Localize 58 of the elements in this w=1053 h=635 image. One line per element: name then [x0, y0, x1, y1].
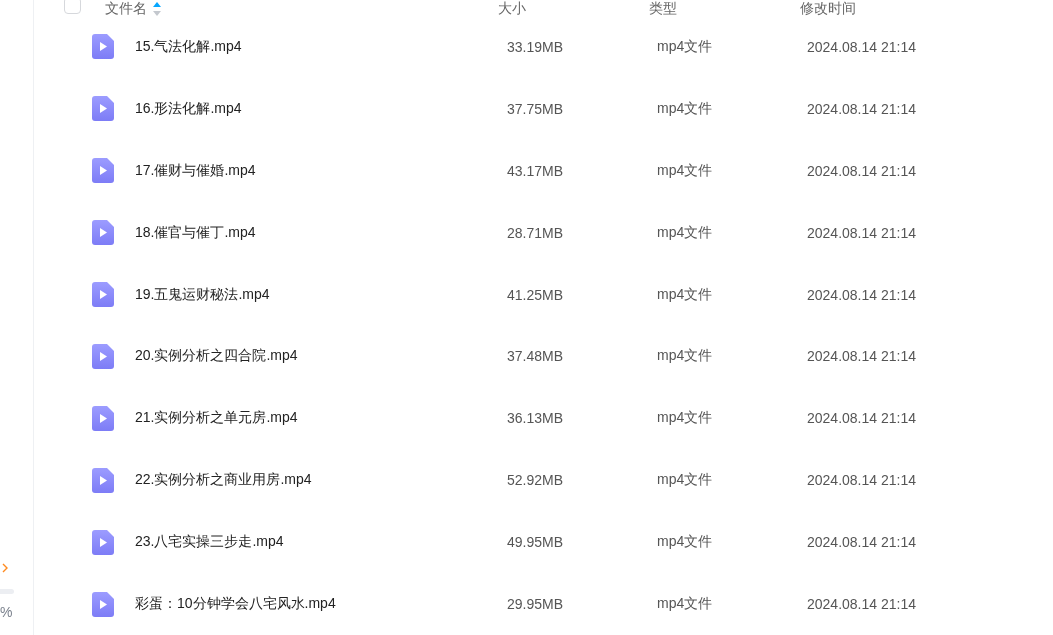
- file-size: 37.48MB: [507, 348, 565, 365]
- modified-time: 2024.08.14 21:14: [807, 348, 917, 365]
- file-size: 41.25MB: [507, 286, 565, 303]
- file-type: mp4文件: [657, 409, 714, 428]
- file-size: 37.75MB: [507, 100, 565, 117]
- modified-time: 2024.08.14 21:14: [807, 162, 917, 179]
- file-size: 52.92MB: [507, 472, 565, 489]
- file-type: mp4文件: [657, 37, 714, 56]
- modified-time: 2024.08.14 21:14: [807, 472, 917, 489]
- file-size: 43.17MB: [507, 162, 565, 179]
- file-size: 49.95MB: [507, 534, 565, 551]
- file-name[interactable]: 22.实例分析之商业用房.mp4: [135, 471, 507, 490]
- file-name[interactable]: 17.催财与催婚.mp4: [135, 161, 507, 180]
- video-file-icon: [92, 591, 114, 617]
- file-name[interactable]: 16.形法化解.mp4: [135, 99, 507, 118]
- column-header[interactable]: 类型: [649, 0, 677, 18]
- video-file-icon: [92, 282, 114, 308]
- file-type: mp4文件: [657, 533, 714, 552]
- sort-icon[interactable]: [153, 2, 161, 16]
- file-type: mp4文件: [657, 99, 714, 118]
- video-file-icon: [92, 34, 114, 60]
- file-name[interactable]: 彩蛋：10分钟学会八宅风水.mp4: [135, 595, 507, 614]
- modified-time: 2024.08.14 21:14: [807, 38, 917, 55]
- modified-time: 2024.08.14 21:14: [807, 534, 917, 551]
- column-header[interactable]: 文件名: [105, 0, 147, 18]
- file-name[interactable]: 23.八宅实操三步走.mp4: [135, 533, 507, 552]
- file-name[interactable]: 15.气法化解.mp4: [135, 37, 507, 56]
- file-size: 28.71MB: [507, 224, 565, 241]
- modified-time: 2024.08.14 21:14: [807, 410, 917, 427]
- video-file-icon: [92, 344, 114, 369]
- file-type: mp4文件: [657, 161, 714, 180]
- file-name[interactable]: 21.实例分析之单元房.mp4: [135, 409, 507, 428]
- modified-time: 2024.08.14 21:14: [807, 596, 917, 613]
- file-size: 29.95MB: [507, 596, 565, 613]
- video-file-icon: [92, 467, 114, 493]
- file-type: mp4文件: [657, 347, 714, 366]
- chevron-right-icon[interactable]: [2, 563, 8, 573]
- file-type: mp4文件: [657, 471, 714, 490]
- percent-label: %: [0, 604, 13, 620]
- modified-time: 2024.08.14 21:14: [807, 224, 917, 241]
- column-header[interactable]: 修改时间: [800, 0, 856, 18]
- modified-time: 2024.08.14 21:14: [807, 286, 917, 303]
- file-size: 36.13MB: [507, 410, 565, 427]
- video-file-icon: [92, 96, 114, 122]
- file-name[interactable]: 19.五鬼运财秘法.mp4: [135, 285, 507, 304]
- video-file-icon: [92, 405, 114, 431]
- file-type: mp4文件: [657, 285, 714, 304]
- column-header[interactable]: 大小: [498, 0, 526, 18]
- file-type: mp4文件: [657, 223, 714, 242]
- file-size: 33.19MB: [507, 38, 565, 55]
- file-name[interactable]: 20.实例分析之四合院.mp4: [135, 347, 507, 366]
- file-name[interactable]: 18.催官与催丁.mp4: [135, 223, 507, 242]
- modified-time: 2024.08.14 21:14: [807, 100, 917, 117]
- video-file-icon: [92, 158, 114, 184]
- video-file-icon: [92, 529, 114, 555]
- select-all-checkbox[interactable]: [64, 0, 81, 14]
- video-file-icon: [92, 220, 114, 246]
- file-type: mp4文件: [657, 595, 714, 614]
